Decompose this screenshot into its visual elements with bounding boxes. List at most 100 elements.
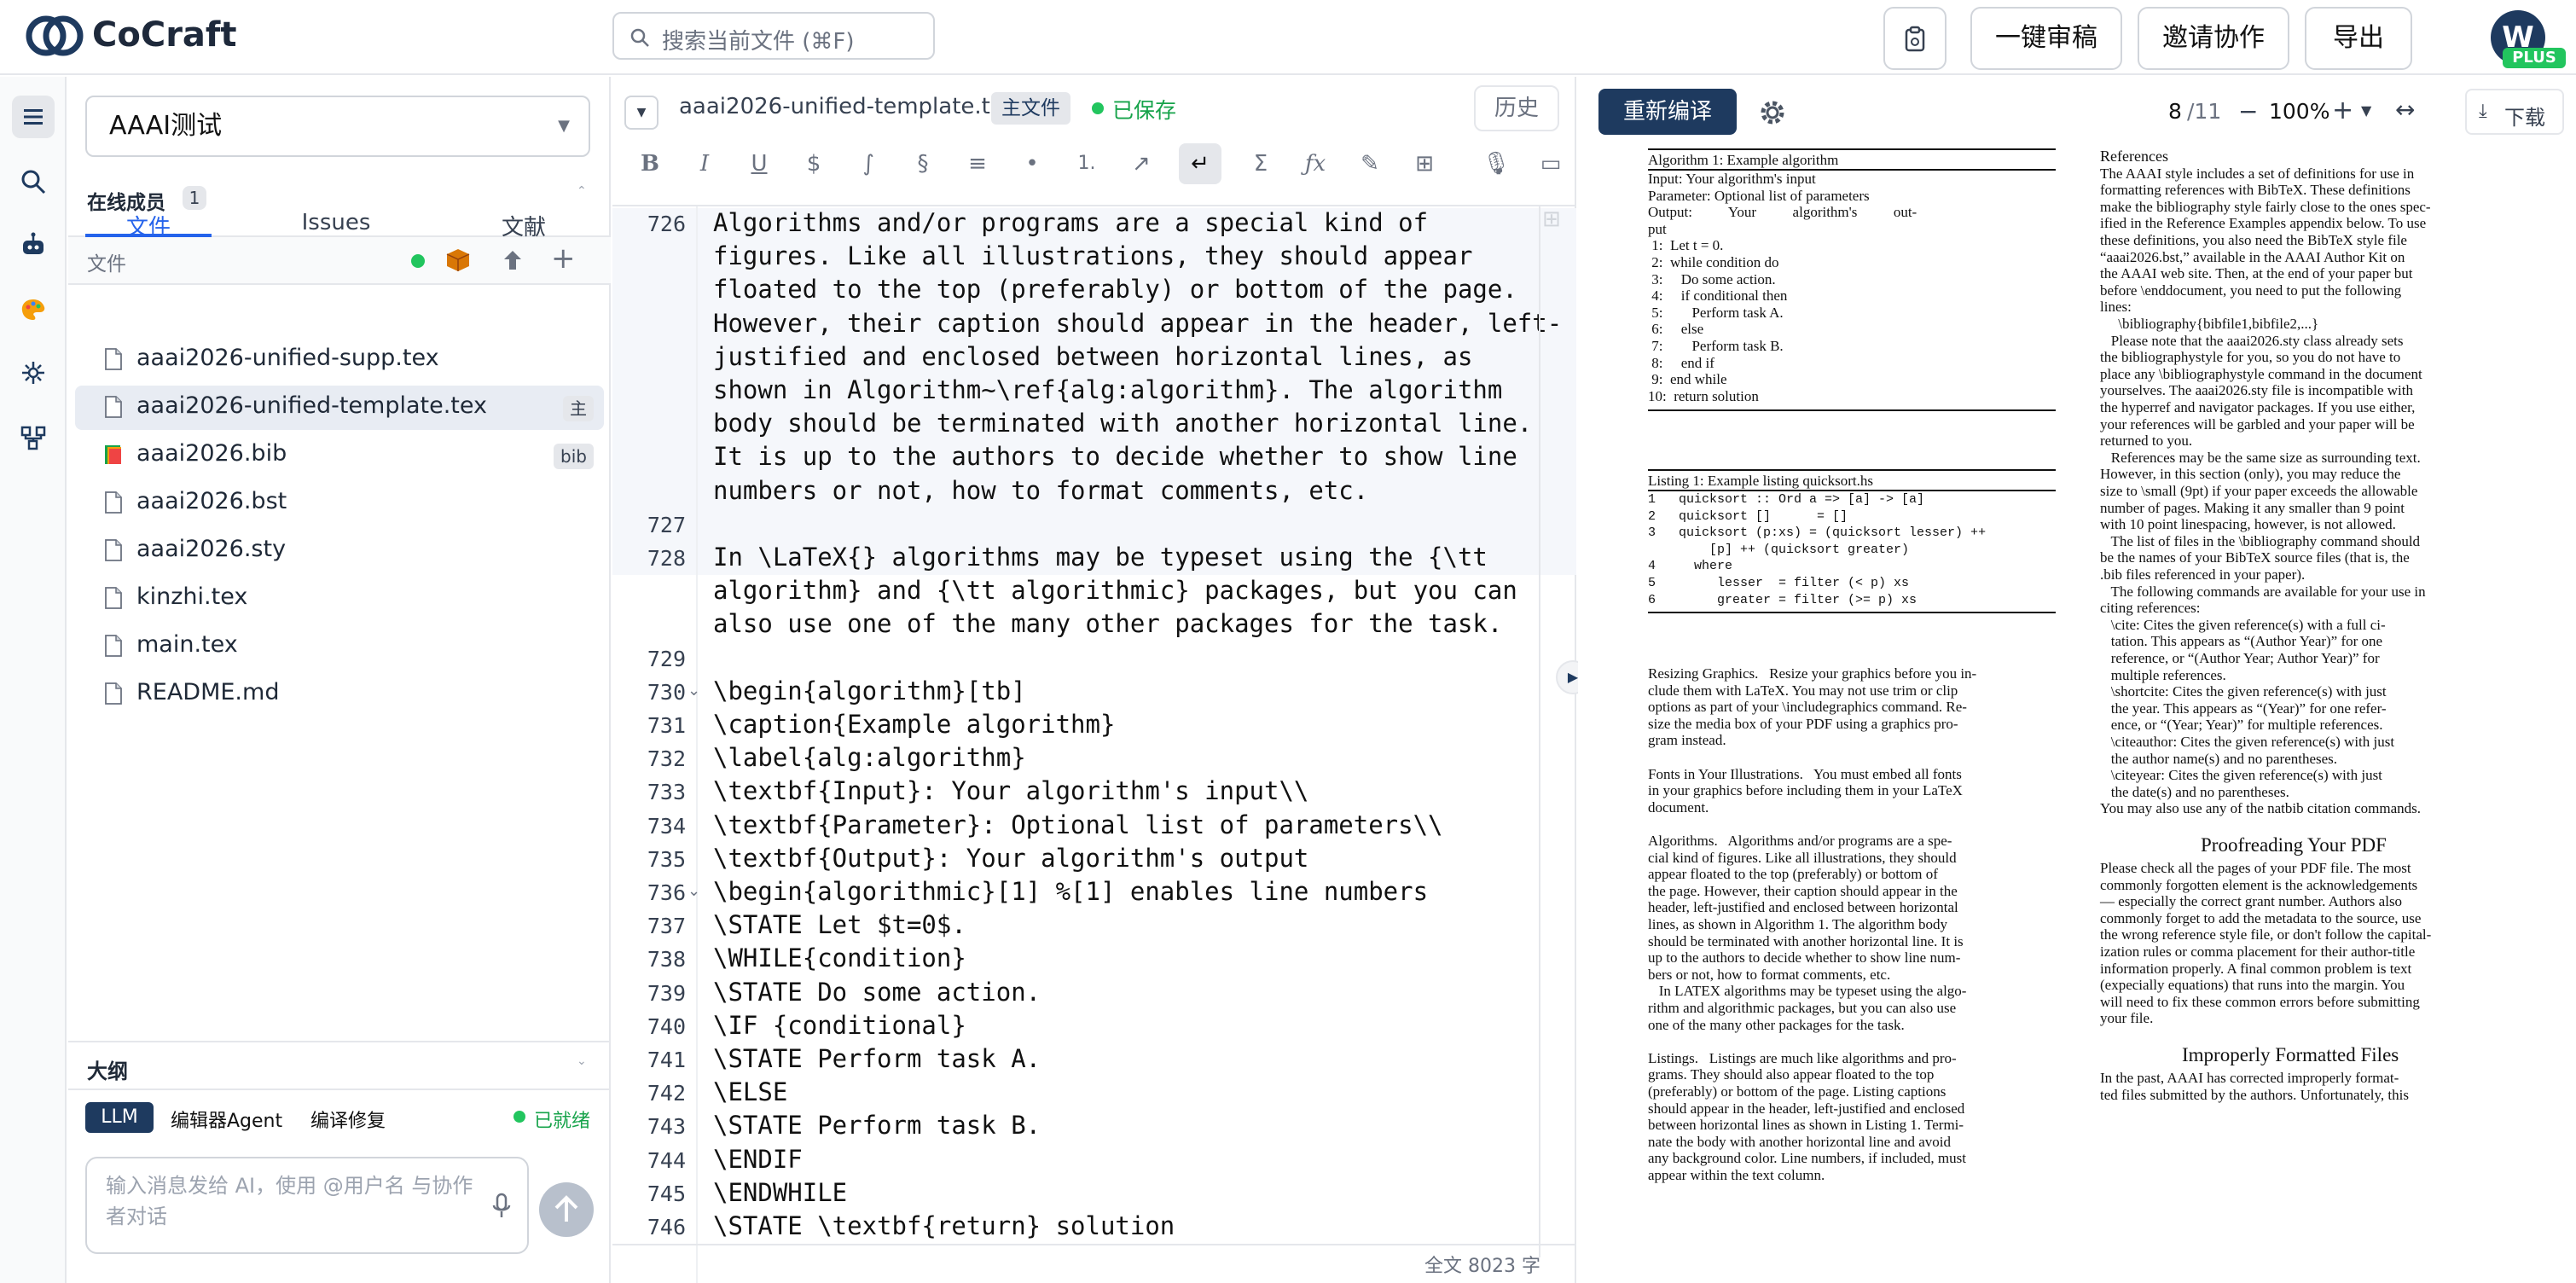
integrations-icon[interactable]: [12, 351, 55, 394]
download-button[interactable]: ⤓ 下载: [2465, 89, 2564, 135]
ai-message-input[interactable]: 输入消息发给 AI，使用 @用户名 与协作者对话: [85, 1157, 529, 1254]
review-button[interactable]: 一键审稿: [1970, 7, 2122, 70]
menu-icon[interactable]: [12, 96, 55, 138]
code-line[interactable]: 730 \begin{algorithm}[tb] ⌄: [612, 676, 1576, 710]
pdf-text-line: size the media box of your PDF using a g…: [1648, 715, 1958, 732]
code-line[interactable]: 737 \STATE Let $t=0$.: [612, 910, 1576, 943]
pdf-text-line: lines:: [2100, 299, 2132, 316]
tab-issues[interactable]: Issues: [273, 210, 399, 235]
history-button[interactable]: 历史: [1474, 85, 1559, 131]
section-icon[interactable]: §: [906, 147, 940, 181]
code-line[interactable]: justified and enclosed between horizonta…: [612, 342, 1576, 375]
file-item[interactable]: aaai2026.sty: [75, 529, 604, 573]
chevron-down-icon[interactable]: ⌄: [577, 1054, 587, 1068]
comment-icon[interactable]: ▭: [1534, 147, 1568, 181]
code-line[interactable]: 742 \ELSE: [612, 1077, 1576, 1111]
code-line[interactable]: also use one of the many other packages …: [612, 609, 1576, 642]
add-comment-icon[interactable]: ⊞: [1542, 206, 1568, 232]
ai-tab-llm[interactable]: LLM: [85, 1102, 154, 1133]
microphone-icon[interactable]: 🎙: [1479, 147, 1513, 181]
fold-chevron-icon[interactable]: ⌄: [688, 882, 700, 900]
function-icon[interactable]: ƒx: [1298, 147, 1332, 181]
file-item[interactable]: main.tex: [75, 624, 604, 669]
table-icon[interactable]: ⊞: [1407, 147, 1442, 181]
upload-icon[interactable]: [500, 247, 525, 273]
fold-chevron-icon[interactable]: ⌄: [688, 682, 700, 700]
code-line[interactable]: numbers or not, how to format comments, …: [612, 476, 1576, 509]
code-line[interactable]: 744 \ENDIF: [612, 1145, 1576, 1178]
code-line[interactable]: floated to the top (preferably) or botto…: [612, 275, 1576, 308]
numbered-list-icon[interactable]: 1.: [1070, 147, 1104, 181]
code-line[interactable]: 738 \WHILE{condition}: [612, 943, 1576, 977]
code-line[interactable]: shown in Algorithm~\ref{alg:algorithm}. …: [612, 375, 1576, 409]
project-selector[interactable]: AAAI测试 ▼: [85, 96, 590, 157]
code-line[interactable]: 743 \STATE Perform task B.: [612, 1111, 1576, 1144]
wrap-icon[interactable]: ↵: [1179, 143, 1221, 184]
palette-icon[interactable]: [12, 288, 55, 331]
page-number[interactable]: 8: [2168, 99, 2182, 124]
file-item[interactable]: README.md: [75, 672, 604, 717]
code-line[interactable]: 726 Algorithms and/or programs are a spec…: [612, 208, 1576, 241]
file-item[interactable]: aaai2026-unified-supp.tex: [75, 338, 604, 382]
pen-icon[interactable]: ✎: [1353, 147, 1387, 181]
code-line[interactable]: 728 In \LaTeX{} algorithms may be typeset…: [612, 543, 1576, 576]
bullet-icon[interactable]: •: [1015, 147, 1049, 181]
code-line[interactable]: 734 \textbf{Parameter}: Optional list of …: [612, 810, 1576, 844]
zoom-dropdown-icon[interactable]: ▼: [2361, 102, 2371, 119]
file-item[interactable]: aaai2026-unified-template.tex 主: [75, 386, 604, 430]
integral-icon[interactable]: ∫: [851, 147, 885, 181]
pdf-text-line: appear within the text column.: [1648, 1167, 1825, 1183]
code-line[interactable]: figures. Like all illustrations, they sh…: [612, 241, 1576, 275]
search-icon[interactable]: [12, 160, 55, 203]
code-line[interactable]: 739 \STATE Do some action.: [612, 978, 1576, 1011]
ai-tab-agent[interactable]: 编辑器Agent: [171, 1106, 282, 1133]
code-line[interactable]: 740 \IF {conditional}: [612, 1011, 1576, 1044]
invite-button[interactable]: 邀请协作: [2138, 7, 2289, 70]
diagram-icon[interactable]: [12, 416, 55, 459]
microphone-icon[interactable]: [491, 1193, 512, 1220]
code-line[interactable]: 727: [612, 509, 1576, 543]
add-file-icon[interactable]: +: [551, 244, 576, 273]
code-line[interactable]: However, their caption should appear in …: [612, 309, 1576, 342]
robot-icon[interactable]: [12, 224, 55, 266]
chevron-down-icon[interactable]: ▼: [624, 96, 659, 130]
code-line[interactable]: 735 \textbf{Output}: Your algorithm's out…: [612, 844, 1576, 877]
package-icon[interactable]: [445, 247, 471, 273]
file-item[interactable]: kinzhi.tex: [75, 577, 604, 621]
code-line[interactable]: It is up to the authors to decide whethe…: [612, 442, 1576, 475]
main-file-badge: 主文件: [991, 92, 1070, 125]
list-icon[interactable]: ≡: [960, 147, 995, 181]
search-input[interactable]: 搜索当前文件 (⌘F): [612, 12, 935, 60]
recompile-button[interactable]: 重新编译: [1598, 89, 1737, 135]
code-line[interactable]: 733 \textbf{Input}: Your algorithm's inpu…: [612, 776, 1576, 810]
code-line[interactable]: 732 \label{alg:algorithm}: [612, 743, 1576, 776]
link-icon[interactable]: ↗: [1124, 147, 1158, 181]
bold-icon[interactable]: B: [633, 147, 667, 181]
file-item[interactable]: aaai2026.bib bib: [75, 433, 604, 478]
zoom-out-button[interactable]: −: [2238, 97, 2258, 125]
code-line[interactable]: 731 \caption{Example algorithm}: [612, 710, 1576, 743]
line-number: 735: [647, 846, 686, 872]
gear-icon[interactable]: [1759, 99, 1786, 126]
code-line[interactable]: 729: [612, 643, 1576, 676]
sum-icon[interactable]: Σ: [1244, 147, 1278, 181]
ai-tab-fix[interactable]: 编译修复: [310, 1106, 386, 1133]
code-line[interactable]: body should be terminated with another h…: [612, 409, 1576, 442]
code-line[interactable]: 736 \begin{algorithmic}[1] %[1] enables l…: [612, 877, 1576, 910]
code-line[interactable]: 741 \STATE Perform task A.: [612, 1044, 1576, 1077]
code-line[interactable]: 746 \STATE \textbf{return} solution: [612, 1211, 1576, 1245]
export-button[interactable]: 导出: [2305, 7, 2412, 70]
fit-width-icon[interactable]: ↔: [2395, 96, 2415, 124]
clipboard-button[interactable]: [1883, 7, 1947, 70]
underline-icon[interactable]: U: [742, 147, 776, 181]
send-button[interactable]: [539, 1182, 594, 1237]
pdf-text-line: rithm and algorithmic packages, but you …: [1648, 1000, 1957, 1016]
chevron-up-icon[interactable]: ⌃: [577, 184, 587, 198]
code-line[interactable]: algorithm} and {\tt algorithmic} package…: [612, 576, 1576, 609]
math-inline-icon[interactable]: $: [797, 147, 831, 181]
zoom-in-button[interactable]: +: [2332, 96, 2353, 125]
file-item[interactable]: aaai2026.bst: [75, 481, 604, 525]
code-line[interactable]: 745 \ENDWHILE: [612, 1178, 1576, 1211]
code-text: shown in Algorithm~\ref{alg:algorithm}. …: [713, 375, 1503, 404]
italic-icon[interactable]: I: [688, 147, 722, 181]
